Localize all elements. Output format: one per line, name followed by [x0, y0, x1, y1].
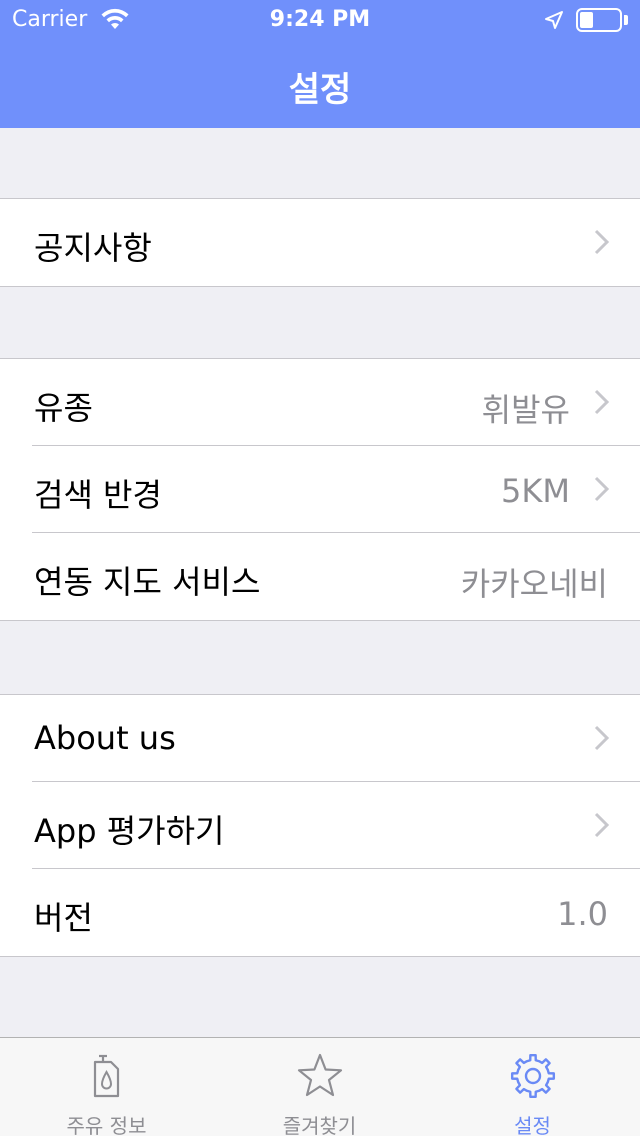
- location-arrow-icon: [545, 11, 563, 29]
- version-row: 버전 1.0: [32, 869, 640, 956]
- rate-app-row[interactable]: App 평가하기: [32, 782, 640, 869]
- tab-bar: 주유 정보 즐겨찾기 설정: [0, 1037, 640, 1136]
- map-service-label: 연동 지도 서비스: [34, 563, 261, 601]
- gear-icon: [510, 1053, 555, 1099]
- notice-group: 공지사항: [0, 198, 640, 287]
- search-radius-row[interactable]: 검색 반경 5KM: [32, 446, 640, 533]
- chevron-right-icon: [594, 476, 610, 502]
- tab-favorites-label: 즐겨찾기: [282, 1114, 357, 1136]
- fuel-icon: [93, 1054, 119, 1098]
- star-icon: [297, 1053, 342, 1097]
- app-info-group: About us App 평가하기 버전 1.0: [0, 694, 640, 957]
- tab-fuel-info-label: 주유 정보: [66, 1114, 147, 1136]
- tab-favorites[interactable]: 즐겨찾기: [213, 1038, 426, 1136]
- notice-label: 공지사항: [34, 229, 152, 267]
- tab-settings-label: 설정: [514, 1114, 551, 1136]
- search-settings-group: 유종 휘발유 검색 반경 5KM 연동 지도 서비스 카카오네비: [0, 358, 640, 621]
- rate-app-label: App 평가하기: [34, 812, 225, 850]
- version-value: 1.0: [557, 895, 608, 933]
- fuel-type-label: 유종: [34, 389, 93, 427]
- map-service-row[interactable]: 연동 지도 서비스 카카오네비: [32, 533, 640, 620]
- battery-level: [580, 12, 593, 28]
- map-service-value: 카카오네비: [460, 565, 608, 603]
- version-label: 버전: [34, 899, 93, 937]
- battery-cap: [624, 15, 628, 25]
- chevron-right-icon: [594, 229, 610, 255]
- chevron-right-icon: [594, 389, 610, 415]
- fuel-type-value: 휘발유: [481, 391, 570, 429]
- chevron-right-icon: [594, 725, 610, 751]
- search-radius-value: 5KM: [501, 472, 570, 510]
- tab-settings[interactable]: 설정: [426, 1038, 639, 1136]
- battery-icon: [576, 8, 622, 32]
- chevron-right-icon: [594, 812, 610, 838]
- navigation-header: Carrier 9:24 PM 설정: [0, 0, 640, 128]
- fuel-type-row[interactable]: 유종 휘발유: [32, 359, 640, 446]
- status-bar: Carrier 9:24 PM: [0, 0, 640, 40]
- page-title: 설정: [288, 70, 352, 110]
- about-us-row[interactable]: About us: [32, 695, 640, 782]
- search-radius-label: 검색 반경: [34, 476, 162, 514]
- notice-row[interactable]: 공지사항: [32, 199, 640, 286]
- about-us-label: About us: [34, 719, 176, 757]
- tab-fuel-info[interactable]: 주유 정보: [0, 1038, 213, 1136]
